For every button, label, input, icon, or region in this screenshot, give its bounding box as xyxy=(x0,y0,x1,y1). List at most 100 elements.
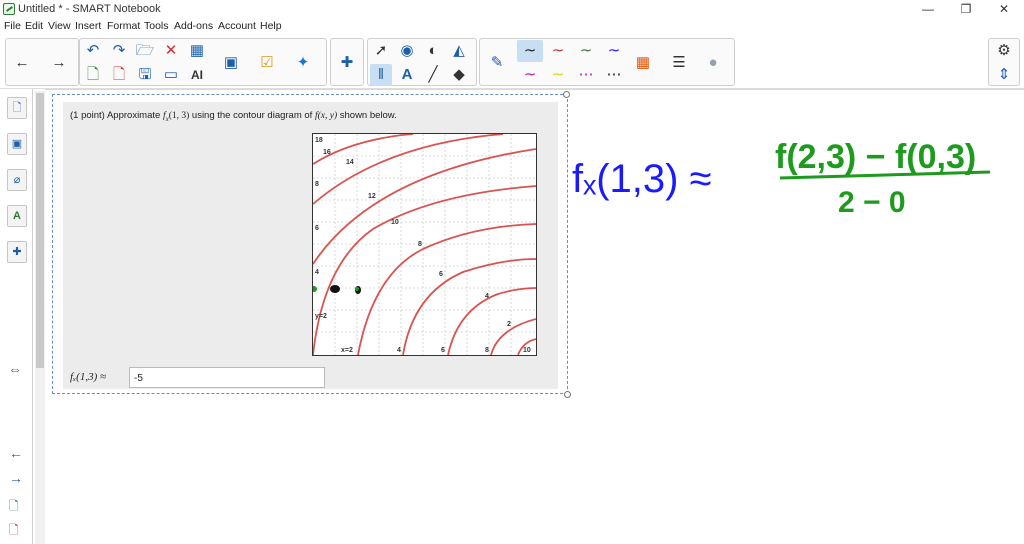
undo-icon[interactable]: ↶ xyxy=(82,40,104,62)
gallery-icon[interactable]: ▣ xyxy=(7,133,27,155)
addons-group: ✚ xyxy=(330,38,364,86)
pen-dashed-icon[interactable]: ⋯ xyxy=(573,64,599,86)
pens-icon[interactable]: ‖ xyxy=(370,64,392,86)
smart-notebook-icon xyxy=(3,3,15,15)
svg-text:10: 10 xyxy=(523,347,531,354)
navigation-group: ← → xyxy=(5,38,79,86)
resize-handle[interactable] xyxy=(564,391,571,398)
problem-prefix: (1 point) Approximate xyxy=(70,110,163,121)
shapes-icon[interactable]: ◉ xyxy=(396,40,418,62)
pen-green-icon[interactable]: ∼ xyxy=(573,40,599,62)
svg-text:12: 12 xyxy=(368,193,376,200)
sidebar-forward-icon[interactable]: → xyxy=(9,470,23,486)
menu-add-ons[interactable]: Add-ons xyxy=(174,20,213,32)
pen-yellow-icon[interactable]: ∼ xyxy=(545,64,571,86)
redo-icon[interactable]: ↷ xyxy=(108,40,130,62)
menu-format[interactable]: Format xyxy=(107,20,140,32)
svg-text:x=2: x=2 xyxy=(341,347,353,354)
handwriting-recognition-icon[interactable]: AI xyxy=(186,64,208,86)
menu-file[interactable]: File xyxy=(4,20,21,32)
toolbar-position-icon[interactable]: ⇕ xyxy=(993,64,1015,86)
pen-black-icon[interactable]: ∼ xyxy=(517,40,543,62)
add-page-icon[interactable]: 🗋 xyxy=(82,64,104,86)
vertical-scrollbar[interactable] xyxy=(35,91,45,544)
select-icon[interactable]: ➚ xyxy=(370,40,392,62)
activity-builder-icon[interactable]: ☑ xyxy=(256,52,278,74)
fxy-term: f(x, y) xyxy=(314,111,338,121)
page-sorter-icon[interactable]: 🗋 xyxy=(7,97,27,119)
svg-text:8: 8 xyxy=(315,181,319,188)
restore-button[interactable]: ❐ xyxy=(947,0,985,18)
properties-icon[interactable]: A xyxy=(7,205,27,227)
line-style-icon[interactable]: ☰ xyxy=(668,52,690,74)
close-button[interactable]: ✕ xyxy=(985,0,1023,18)
sidebar-resize-icon[interactable]: ⇔ xyxy=(8,361,22,377)
pen-red-icon[interactable]: ∼ xyxy=(545,40,571,62)
svg-text:2: 2 xyxy=(507,321,511,328)
svg-text:4: 4 xyxy=(485,293,489,300)
save-icon[interactable]: 🖫 xyxy=(134,64,156,86)
table-icon[interactable]: ▦ xyxy=(186,40,208,62)
svg-text:6: 6 xyxy=(315,225,319,232)
fill-icon[interactable]: ◭ xyxy=(448,40,470,62)
previous-page-icon[interactable]: ← xyxy=(11,52,33,74)
next-page-icon[interactable]: → xyxy=(48,52,70,74)
sidebar-back-icon[interactable]: ← xyxy=(9,445,23,461)
line-icon[interactable]: ╱ xyxy=(422,64,444,86)
svg-text:y=2: y=2 xyxy=(315,313,327,320)
pen-icon[interactable]: ✎ xyxy=(486,52,508,74)
menu-edit[interactable]: Edit xyxy=(25,20,43,32)
svg-text:16: 16 xyxy=(323,149,331,156)
attachments-icon[interactable]: ⌀ xyxy=(7,169,27,191)
menu-bar: File Edit View Insert Format Tools Add-o… xyxy=(0,18,1024,35)
gear-icon[interactable]: ⚙ xyxy=(993,40,1015,62)
delete-icon[interactable]: ✕ xyxy=(160,40,182,62)
edit-group: ↶ ↷ 🗁 ✕ ▦ 🗋 🗋 🖫 ▭ AI ▣ ☑ ✦ xyxy=(79,38,327,86)
handwritten-annotation: fₓ(1,3) ≈ f(2,3) − f(0,3) 2 − 0 xyxy=(572,138,991,219)
fill-effect-icon[interactable]: ● xyxy=(702,52,724,74)
menu-tools[interactable]: Tools xyxy=(144,20,169,32)
eraser-shape-icon[interactable]: ◐ xyxy=(422,40,444,62)
screen-shade-icon[interactable]: ▭ xyxy=(160,64,182,86)
menu-account[interactable]: Account xyxy=(218,20,256,32)
svg-text:8: 8 xyxy=(418,241,422,248)
scroll-thumb[interactable] xyxy=(36,93,44,368)
open-file-icon[interactable]: 🗁 xyxy=(134,40,156,62)
answer-label: fₓ(1,3) ≈ xyxy=(70,371,107,383)
problem-statement: (1 point) Approximate fx(1, 3) using the… xyxy=(70,110,397,123)
toolbar: ← → ↶ ↷ 🗁 ✕ ▦ 🗋 🗋 🖫 ▭ AI ▣ ☑ ✦ ✚ ➚ ◉ ◐ ◭… xyxy=(0,35,1024,89)
menu-insert[interactable]: Insert xyxy=(75,20,101,32)
svg-text:18: 18 xyxy=(315,137,323,144)
menu-view[interactable]: View xyxy=(48,20,71,32)
document-camera-icon[interactable]: ▣ xyxy=(220,52,242,74)
addons-sidebar-icon[interactable]: ✚ xyxy=(7,241,27,263)
answer-input[interactable]: -5 xyxy=(129,367,325,388)
minimize-button[interactable]: — xyxy=(909,0,947,18)
sidebar-delete-page-icon[interactable]: 🗋 xyxy=(9,521,19,542)
svg-text:6: 6 xyxy=(441,347,445,354)
response-icon[interactable]: ✦ xyxy=(292,52,314,74)
svg-text:4: 4 xyxy=(315,269,319,276)
addon-puzzle-icon[interactable]: ✚ xyxy=(336,52,358,74)
problem-mid: using the contour diagram of xyxy=(189,110,315,121)
sidebar-add-page-icon[interactable]: 🗋 xyxy=(9,497,19,518)
menu-help[interactable]: Help xyxy=(260,20,282,32)
svg-text:14: 14 xyxy=(346,159,354,166)
ink-denominator: 2 − 0 xyxy=(838,186,906,219)
ink-numerator: f(2,3) − f(0,3) xyxy=(775,138,976,176)
svg-text:4: 4 xyxy=(397,347,401,354)
window-title: Untitled * - SMART Notebook xyxy=(18,3,161,15)
eraser-icon[interactable]: ◆ xyxy=(448,64,470,86)
rotate-handle[interactable] xyxy=(563,91,570,98)
pen-dash-black-icon[interactable]: ⋯ xyxy=(601,64,627,86)
problem-suffix: shown below. xyxy=(337,110,397,121)
contour-diagram: 18 16 14 12 10 8 6 4 2 8 6 4 y=2 x=2 4 6 8 10 xyxy=(311,133,537,356)
title-bar: Untitled * - SMART Notebook — ❐ ✕ xyxy=(0,0,1024,18)
text-icon[interactable]: A xyxy=(396,64,418,86)
problem-screenshot: (1 point) Approximate fx(1, 3) using the… xyxy=(63,102,558,389)
pen-blue-icon[interactable]: ∼ xyxy=(601,40,627,62)
pen-magenta-icon[interactable]: ∼ xyxy=(517,64,543,86)
sidebar: 🗋 ▣ ⌀ A ✚ ⇔ ← → 🗋 🗋 xyxy=(0,89,33,544)
color-palette-icon[interactable]: ▦ xyxy=(632,52,654,74)
delete-page-icon[interactable]: 🗋 xyxy=(108,64,130,86)
